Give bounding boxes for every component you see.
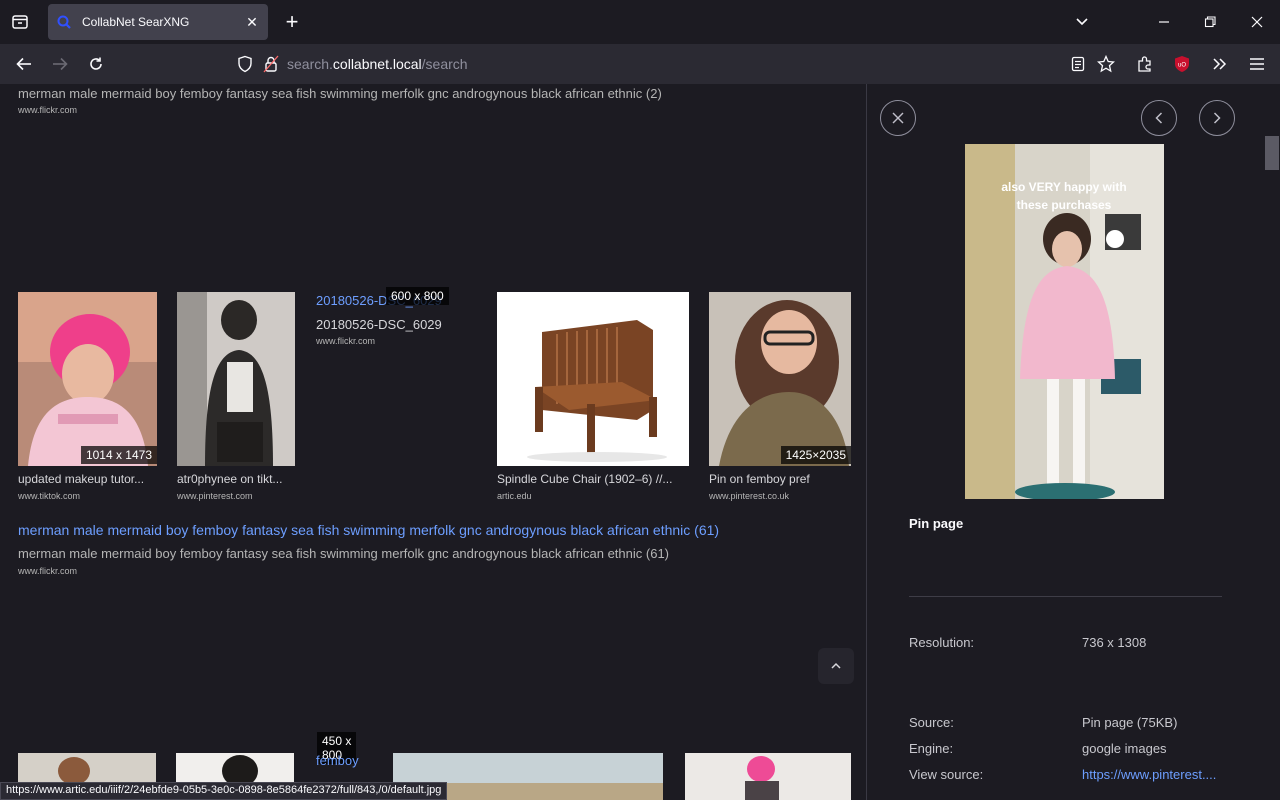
image-result-caption[interactable]: Spindle Cube Chair (1902–6) //... — [497, 472, 689, 486]
image-overlay-text-line1: also VERY happy with — [1001, 180, 1126, 194]
chevron-right-icon — [1213, 112, 1221, 124]
extensions-puzzle-icon[interactable] — [1133, 52, 1157, 76]
view-source-link[interactable]: https://www.pinterest.... — [1082, 767, 1216, 782]
vertical-scrollbar[interactable] — [1263, 84, 1280, 800]
image-result-caption[interactable]: atr0phynee on tikt... — [177, 472, 295, 486]
top-result-site: www.flickr.com — [18, 105, 78, 115]
hamburger-menu-icon[interactable] — [1245, 52, 1269, 76]
navigation-toolbar: search.collabnet.local/search uO — [0, 44, 1280, 84]
reader-view-icon[interactable] — [1066, 52, 1090, 76]
tab-title: CollabNet SearXNG — [82, 15, 190, 29]
close-icon — [892, 112, 904, 124]
image-result-spindle-chair[interactable] — [497, 292, 689, 466]
image-result-caption[interactable]: updated makeup tutor... — [18, 472, 157, 486]
image-result-site: www.pinterest.com — [177, 491, 253, 501]
ublock-origin-icon[interactable]: uO — [1170, 52, 1194, 76]
detail-image-preview[interactable]: also VERY happy with these purchases — [965, 144, 1164, 499]
results-area: merman male mermaid boy femboy fantasy s… — [0, 84, 864, 800]
image-result-portrait[interactable]: 1425×2035 — [709, 292, 851, 466]
tab-strip: CollabNet SearXNG ✕ + — [0, 0, 1280, 44]
minimize-icon[interactable] — [1152, 10, 1176, 34]
image-result-mirror-selfie[interactable] — [177, 292, 295, 466]
bookmark-star-icon[interactable] — [1094, 52, 1118, 76]
new-tab-icon[interactable]: + — [280, 9, 304, 34]
tracking-protection-shield-icon[interactable] — [237, 55, 253, 73]
reload-icon[interactable] — [84, 52, 108, 76]
detail-page-label: Pin page — [909, 516, 964, 531]
image-result-site: artic.edu — [497, 491, 532, 501]
back-icon[interactable] — [12, 52, 36, 76]
lock-warning-icon[interactable] — [263, 55, 279, 73]
source-value: Pin page (75KB) — [1082, 715, 1178, 730]
image-detail-panel: also VERY happy with these purchases Pin… — [866, 84, 1280, 800]
image-dimensions-badge: 1014 x 1473 — [80, 446, 157, 464]
image-overlay-text-line2: these purchases — [1017, 198, 1112, 212]
active-tab[interactable]: CollabNet SearXNG ✕ — [48, 4, 268, 40]
image-dimensions-badge: 1425×2035 — [780, 446, 851, 464]
chevron-up-icon — [831, 662, 841, 669]
detail-divider — [909, 596, 1222, 597]
image-result-site: www.pinterest.co.uk — [709, 491, 790, 501]
image-result-site: www.tiktok.com — [18, 491, 81, 501]
restore-icon[interactable] — [1198, 10, 1222, 34]
result-description: merman male mermaid boy femboy fantasy s… — [18, 546, 669, 561]
result-title-link[interactable]: merman male mermaid boy femboy fantasy s… — [18, 522, 719, 538]
image-result-thumbnail[interactable] — [685, 753, 851, 800]
image-result-caption[interactable]: Pin on femboy pref — [709, 472, 851, 486]
image-result-site: www.flickr.com — [316, 336, 376, 346]
top-result-description: merman male mermaid boy femboy fantasy s… — [18, 86, 662, 101]
chevron-down-icon[interactable] — [1070, 10, 1094, 34]
image-result-caption: 20180526-DSC_6029 — [316, 317, 442, 332]
previous-image-button[interactable] — [1141, 100, 1177, 136]
searxng-favicon-icon — [57, 15, 71, 29]
scroll-to-top-button[interactable] — [818, 648, 854, 684]
engine-value: google images — [1082, 741, 1167, 756]
forward-icon[interactable] — [48, 52, 72, 76]
engine-label: Engine: — [909, 741, 954, 756]
close-window-icon[interactable] — [1245, 10, 1269, 34]
status-bar-url: https://www.artic.edu/iiif/2/24ebfde9-05… — [0, 782, 448, 800]
result-site: www.flickr.com — [18, 566, 78, 576]
source-label: Source: — [909, 715, 954, 730]
image-result-pink-hair[interactable]: 1014 x 1473 — [18, 292, 157, 466]
view-source-label: View source: — [909, 767, 984, 782]
next-image-button[interactable] — [1199, 100, 1235, 136]
image-dimensions-badge: 600 x 800 — [386, 287, 449, 305]
close-detail-button[interactable] — [880, 100, 916, 136]
resolution-label: Resolution: — [909, 635, 975, 650]
close-tab-icon[interactable]: ✕ — [244, 14, 260, 31]
resolution-value: 736 x 1308 — [1082, 635, 1147, 650]
scrollbar-thumb[interactable] — [1265, 136, 1279, 170]
more-tools-chevrons-icon[interactable] — [1208, 52, 1232, 76]
list-all-tabs-icon[interactable] — [8, 10, 32, 34]
svg-text:uO: uO — [1178, 63, 1186, 69]
chevron-left-icon — [1155, 112, 1163, 124]
url-bar[interactable]: search.collabnet.local/search — [229, 48, 1127, 80]
image-result-title-link[interactable]: femboy — [316, 753, 359, 768]
url-text: search.collabnet.local/search — [287, 56, 468, 72]
